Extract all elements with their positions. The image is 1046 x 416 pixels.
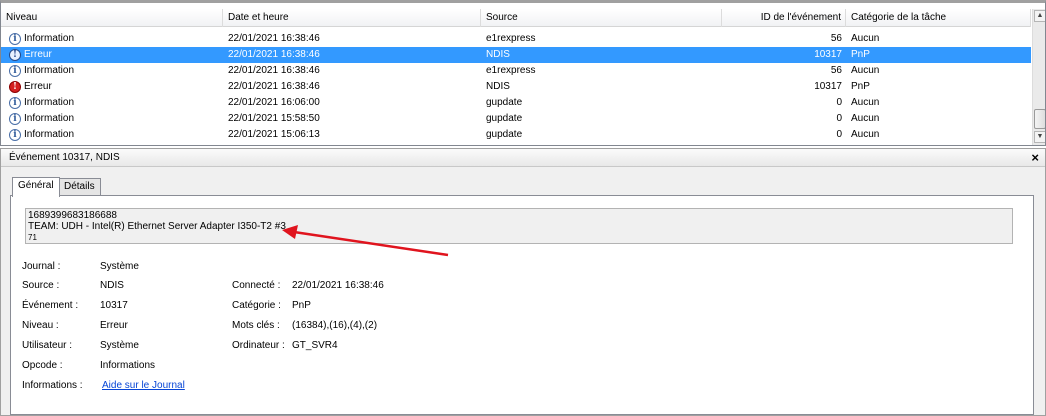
source-cell: gupdate [486, 129, 523, 140]
table-row[interactable]: i Information 22/01/2021 15:06:13 gupdate 0 A… [1, 127, 1031, 143]
column-header-event-id[interactable]: ID de l'événement [722, 9, 846, 27]
table-row[interactable]: i Information 22/01/2021 16:38:46 e1rexpres… [1, 31, 1031, 47]
column-header-task-category[interactable]: Catégorie de la tâche [846, 9, 1031, 27]
error-icon: ! [9, 81, 21, 93]
event-id-cell: 56 [830, 33, 842, 44]
information-icon: i [9, 97, 21, 109]
niveau-label: Niveau : [22, 320, 59, 331]
level-label: Erreur [24, 49, 52, 60]
level-cell: i Information [1, 111, 223, 127]
level-cell: i Information [1, 95, 223, 111]
tab-general[interactable]: Général [12, 177, 60, 197]
date-cell: 22/01/2021 16:38:46 [228, 49, 320, 60]
motscles-label: Mots clés : [232, 320, 280, 331]
task-category-cell: Aucun [851, 97, 880, 108]
journal-label: Journal : [22, 261, 61, 272]
level-label: Information [24, 113, 75, 124]
source-cell: e1rexpress [486, 33, 536, 44]
opcode-label: Opcode : [22, 360, 63, 371]
source-cell: NDIS [486, 81, 510, 92]
level-cell: i Information [1, 31, 223, 47]
column-header-source[interactable]: Source [481, 9, 722, 27]
task-category-cell: Aucun [851, 33, 880, 44]
level-cell: ! Erreur [1, 79, 223, 95]
date-cell: 22/01/2021 16:06:00 [228, 97, 320, 108]
annotation-arrow [282, 225, 449, 257]
level-label: Information [24, 97, 75, 108]
description-line: 1689399683186688 [28, 210, 117, 221]
date-cell: 22/01/2021 16:38:46 [228, 81, 320, 92]
tab-details[interactable]: Détails [58, 178, 101, 196]
categorie-value: PnP [292, 300, 311, 311]
event-id-cell: 10317 [814, 49, 842, 60]
task-category-cell: Aucun [851, 65, 880, 76]
opcode-value: Informations [100, 360, 156, 371]
description-line: TEAM: UDH - Intel(R) Ethernet Server Ada… [28, 221, 286, 232]
scroll-down-icon[interactable]: ▼ [1034, 131, 1045, 143]
source-cell: e1rexpress [486, 65, 536, 76]
information-icon: i [9, 113, 21, 125]
information-icon: i [9, 129, 21, 141]
source-label: Source : [22, 280, 60, 291]
event-id-cell: 56 [830, 65, 842, 76]
utilisateur-label: Utilisateur : [22, 340, 73, 351]
column-header-level[interactable]: Niveau [1, 9, 223, 27]
evenement-label: Événement : [22, 300, 79, 311]
scroll-thumb[interactable] [1034, 109, 1045, 129]
level-label: Information [24, 65, 75, 76]
task-category-cell: Aucun [851, 129, 880, 140]
categorie-label: Catégorie : [232, 300, 281, 311]
column-header-date[interactable]: Date et heure [223, 9, 481, 27]
evenement-value: 10317 [100, 300, 128, 311]
help-link[interactable]: Aide sur le Journal [102, 380, 185, 391]
ordinateur-value: GT_SVR4 [292, 340, 338, 351]
table-row[interactable]: i Information 22/01/2021 15:58:50 gupdate 0 A… [1, 111, 1031, 127]
scroll-up-icon[interactable]: ▲ [1034, 10, 1045, 22]
level-label: Information [24, 129, 75, 140]
source-cell: NDIS [486, 49, 510, 60]
date-cell: 22/01/2021 15:06:13 [228, 129, 320, 140]
source-value: NDIS [100, 280, 124, 291]
level-label: Information [24, 33, 75, 44]
information-icon: i [9, 65, 21, 77]
level-cell: i Information [1, 127, 223, 143]
detail-title-bar: Événement 10317, NDIS × [1, 149, 1045, 167]
source-cell: gupdate [486, 113, 523, 124]
close-icon[interactable]: × [1031, 149, 1039, 167]
utilisateur-value: Système [100, 340, 139, 351]
event-description[interactable]: 1689399683186688 TEAM: UDH - Intel(R) Et… [25, 208, 1013, 244]
table-row[interactable]: ! Erreur 22/01/2021 16:38:46 NDIS 10317 PnP [1, 47, 1031, 63]
event-id-cell: 0 [836, 113, 842, 124]
niveau-value: Erreur [100, 320, 128, 331]
source-cell: gupdate [486, 97, 523, 108]
table-row[interactable]: i Information 22/01/2021 16:38:46 e1rexpres… [1, 63, 1031, 79]
event-list: Niveau Date et heure Source ID de l'évén… [0, 0, 1046, 146]
list-header: Niveau Date et heure Source ID de l'évén… [1, 9, 1031, 27]
motscles-value: (16384),(16),(4),(2) [292, 320, 378, 331]
level-label: Erreur [24, 81, 52, 92]
connecte-label: Connecté : [232, 280, 281, 291]
error-icon: ! [9, 49, 21, 61]
information-icon: i [9, 33, 21, 45]
event-id-cell: 0 [836, 97, 842, 108]
task-category-cell: PnP [851, 49, 870, 60]
date-cell: 22/01/2021 15:58:50 [228, 113, 320, 124]
description-line: 71 [28, 233, 37, 242]
level-cell: i Information [1, 63, 223, 79]
event-id-cell: 10317 [814, 81, 842, 92]
table-row[interactable]: i Information 22/01/2021 16:06:00 gupdate 0 A… [1, 95, 1031, 111]
level-cell: ! Erreur [1, 47, 223, 63]
date-cell: 22/01/2021 16:38:46 [228, 65, 320, 76]
date-cell: 22/01/2021 16:38:46 [228, 33, 320, 44]
connecte-value: 22/01/2021 16:38:46 [292, 280, 384, 291]
table-row[interactable]: ! Erreur 22/01/2021 16:38:46 NDIS 10317 PnP [1, 79, 1031, 95]
event-id-cell: 0 [836, 129, 842, 140]
task-category-cell: PnP [851, 81, 870, 92]
detail-title: Événement 10317, NDIS [9, 152, 120, 163]
vertical-scrollbar[interactable]: ▲ ▼ [1032, 9, 1045, 145]
informations-label: Informations : [22, 380, 83, 391]
task-category-cell: Aucun [851, 113, 880, 124]
journal-value: Système [100, 261, 139, 272]
ordinateur-label: Ordinateur : [232, 340, 285, 351]
